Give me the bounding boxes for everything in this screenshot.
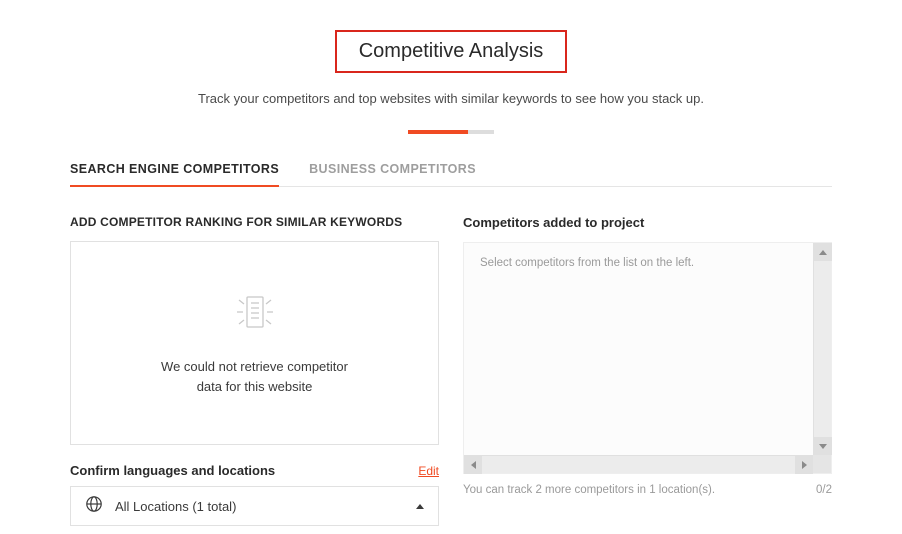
scroll-right-button[interactable] [795, 456, 813, 474]
competitor-counter: 0/2 [816, 484, 832, 496]
tab-business-competitors[interactable]: BUSINESS COMPETITORS [309, 162, 476, 186]
competitors-added-panel: Select competitors from the list on the … [463, 242, 832, 474]
competitors-added-heading: Competitors added to project [463, 215, 832, 230]
add-competitor-heading: ADD COMPETITOR RANKING FOR SIMILAR KEYWO… [70, 215, 439, 229]
scroll-down-button[interactable] [814, 437, 832, 455]
scroll-left-button[interactable] [464, 456, 482, 474]
empty-state-message: We could not retrieve competitor data fo… [161, 357, 348, 396]
competitors-placeholder: Select competitors from the list on the … [464, 243, 831, 283]
tab-bar: SEARCH ENGINE COMPETITORS BUSINESS COMPE… [70, 162, 832, 187]
edit-locations-link[interactable]: Edit [418, 464, 439, 478]
page-title: Competitive Analysis [359, 40, 544, 63]
chevron-up-icon [416, 504, 424, 509]
horizontal-scrollbar[interactable] [464, 455, 813, 473]
languages-locations-heading: Confirm languages and locations [70, 463, 275, 478]
scroll-up-button[interactable] [814, 243, 832, 261]
progress-fill [408, 130, 468, 134]
location-dropdown[interactable]: All Locations (1 total) [70, 486, 439, 526]
track-remaining-message: You can track 2 more competitors in 1 lo… [463, 484, 715, 496]
competitor-suggestions-panel: We could not retrieve competitor data fo… [70, 241, 439, 445]
empty-line-2: data for this website [161, 377, 348, 397]
globe-icon [85, 495, 103, 518]
page-title-highlight: Competitive Analysis [335, 30, 568, 73]
document-placeholder-icon [226, 290, 284, 339]
page-subtitle: Track your competitors and top websites … [70, 91, 832, 106]
tab-search-engine-competitors[interactable]: SEARCH ENGINE COMPETITORS [70, 162, 279, 187]
location-dropdown-label: All Locations (1 total) [115, 499, 236, 514]
empty-line-1: We could not retrieve competitor [161, 357, 348, 377]
vertical-scrollbar[interactable] [813, 243, 831, 455]
scrollbar-corner [813, 455, 831, 473]
progress-bar [408, 130, 494, 134]
